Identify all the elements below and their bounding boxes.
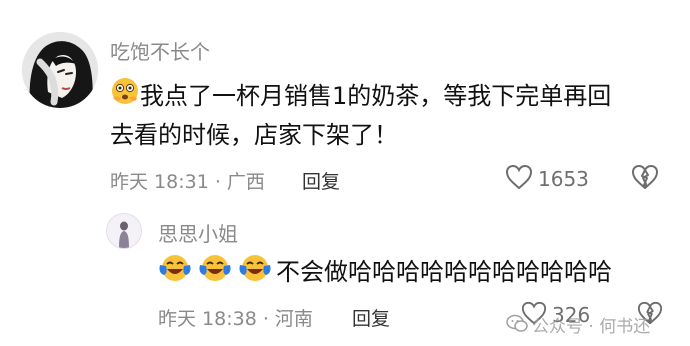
broken-heart-icon [630,165,660,195]
reply-time-location: 昨天 18:38 · 河南 [158,308,313,330]
wechat-official-account-icon [506,313,528,337]
heart-icon [504,163,534,195]
user-avatar-image [22,32,98,108]
reply-text-container: 不会做哈哈哈哈哈哈哈哈哈哈哈 [158,251,612,295]
reply-avatar[interactable] [106,213,142,249]
watermark-text: 公众号 · 何书还 [532,317,651,337]
comment-text-line1-container: 我点了一杯月销售1的奶茶，等我下完单再回 [110,76,611,118]
reply-button[interactable]: 回复 [302,167,340,194]
like-button[interactable]: 1653 [504,163,589,195]
watermark: 公众号 · 何书还 [506,312,650,337]
comment-text-line2: 去看的时候，店家下架了！ [110,121,398,149]
reply-text: 不会做哈哈哈哈哈哈哈哈哈哈哈 [276,258,612,286]
reply-avatar-image [107,214,141,248]
avatar[interactable] [22,32,98,108]
dislike-button[interactable] [630,163,660,195]
laughing-crying-emoji-icon [158,251,276,295]
flushed-emoji-icon [110,76,140,118]
comment-time-location: 昨天 18:31 · 广西 [110,171,265,193]
like-count: 1653 [538,167,589,191]
comment-text-line1: 我点了一杯月销售1的奶茶，等我下完单再回 [140,82,612,110]
comment-username[interactable]: 吃饱不长个 [110,36,210,65]
reply-username[interactable]: 思思小姐 [158,218,238,247]
reply-reply-button[interactable]: 回复 [352,304,390,331]
